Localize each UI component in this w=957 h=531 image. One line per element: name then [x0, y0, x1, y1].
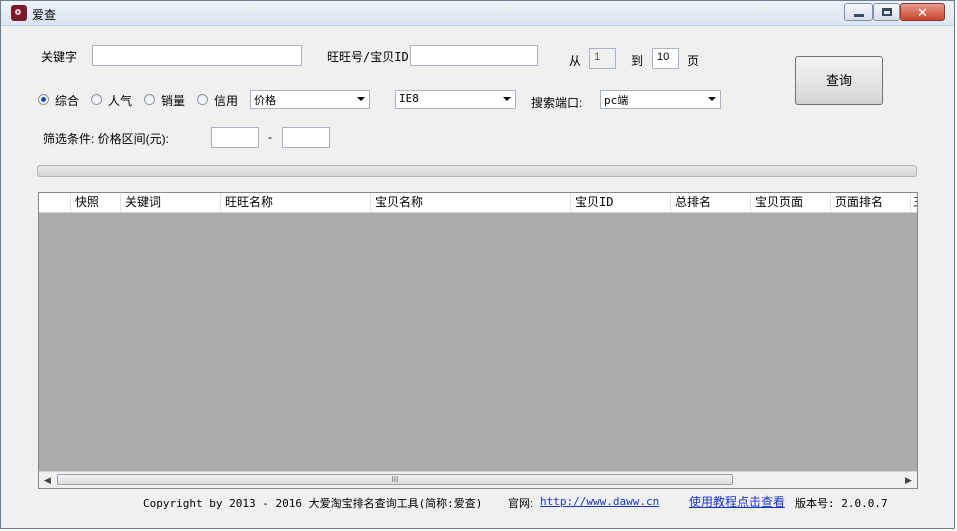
scroll-left-icon[interactable]: ◀ — [39, 472, 56, 488]
wangwang-label: 旺旺号/宝贝ID — [327, 50, 409, 64]
version-text: 版本号: 2.0.0.7 — [795, 497, 888, 510]
main-window: 爱查 ✕ 关键字 旺旺号/宝贝ID 从 1 到 10 页 查询 综合 人气 销量… — [0, 0, 955, 529]
port-select-value: pc端 — [604, 94, 629, 107]
maximize-button[interactable] — [873, 3, 900, 21]
copyright-text: Copyright by 2013 - 2016 大爱淘宝排名查询工具(简称:爱… — [143, 497, 483, 510]
to-label: 到 — [631, 54, 644, 68]
app-logo-icon — [11, 5, 27, 21]
sort-radio-popularity[interactable] — [91, 94, 102, 105]
sort-radio-credit[interactable] — [197, 94, 208, 105]
sort-label-sales[interactable]: 销量 — [161, 92, 185, 109]
official-site-link[interactable]: http://www.daww.cn — [540, 495, 659, 508]
column-header-snapshot[interactable]: 快照 — [71, 193, 121, 212]
from-label: 从 — [569, 54, 582, 68]
official-site-label: 官网: — [508, 498, 534, 510]
progress-bar — [37, 165, 917, 177]
wangwang-input[interactable] — [410, 45, 538, 66]
price-select-value: 价格 — [254, 95, 276, 107]
title-bar[interactable]: 爱查 ✕ — [1, 1, 954, 26]
filter-label: 筛选条件: 价格区间(元): — [43, 132, 169, 146]
column-header-truncated[interactable]: 三 — [911, 193, 917, 212]
chevron-down-icon — [503, 97, 511, 101]
page-unit-label: 页 — [687, 54, 700, 68]
price-max-input[interactable] — [282, 127, 330, 148]
column-header-row-selector[interactable] — [39, 193, 71, 212]
chevron-down-icon — [708, 97, 716, 101]
column-header-item-id[interactable]: 宝贝ID — [571, 193, 671, 212]
maximize-icon — [882, 8, 892, 16]
sort-radio-comprehensive[interactable] — [38, 94, 49, 105]
column-header-wangwang-name[interactable]: 旺旺名称 — [221, 193, 371, 212]
search-port-label: 搜索端口: — [531, 96, 583, 110]
keyword-label: 关键字 — [41, 50, 78, 64]
browser-select[interactable]: IE8 — [395, 90, 516, 109]
sort-radio-sales[interactable] — [144, 94, 155, 105]
column-header-page-rank[interactable]: 页面排名 — [831, 193, 911, 212]
minimize-icon — [854, 14, 864, 17]
window-title: 爱查 — [32, 8, 57, 22]
column-header-item-name[interactable]: 宝贝名称 — [371, 193, 571, 212]
to-page-input[interactable]: 10 — [652, 48, 679, 69]
minimize-button[interactable] — [844, 3, 873, 21]
query-button[interactable]: 查询 — [795, 56, 883, 105]
price-range-dash: - — [268, 130, 272, 144]
horizontal-scrollbar[interactable]: ◀ III ▶ — [39, 471, 917, 488]
column-header-keyword[interactable]: 关键词 — [121, 193, 221, 212]
keyword-input[interactable] — [92, 45, 302, 66]
results-table[interactable]: 快照 关键词 旺旺名称 宝贝名称 宝贝ID 总排名 宝贝页面 页面排名 三 ◀ … — [38, 192, 918, 489]
close-button[interactable]: ✕ — [900, 3, 945, 21]
chevron-down-icon — [357, 97, 365, 101]
sort-label-popularity[interactable]: 人气 — [108, 92, 132, 109]
scroll-right-icon[interactable]: ▶ — [900, 472, 917, 488]
close-icon: ✕ — [917, 5, 928, 20]
tutorial-link[interactable]: 使用教程点击查看 — [689, 493, 785, 510]
scrollbar-thumb[interactable]: III — [57, 474, 733, 485]
browser-select-value: IE8 — [399, 92, 419, 105]
column-header-total-rank[interactable]: 总排名 — [671, 193, 751, 212]
table-header: 快照 关键词 旺旺名称 宝贝名称 宝贝ID 总排名 宝贝页面 页面排名 三 — [39, 193, 917, 213]
price-min-input[interactable] — [211, 127, 259, 148]
port-select[interactable]: pc端 — [600, 90, 721, 109]
column-header-item-page[interactable]: 宝贝页面 — [751, 193, 831, 212]
sort-label-credit[interactable]: 信用 — [214, 92, 238, 109]
price-select[interactable]: 价格 — [250, 90, 370, 109]
sort-label-comprehensive[interactable]: 综合 — [55, 92, 79, 109]
from-page-input[interactable]: 1 — [589, 48, 616, 69]
